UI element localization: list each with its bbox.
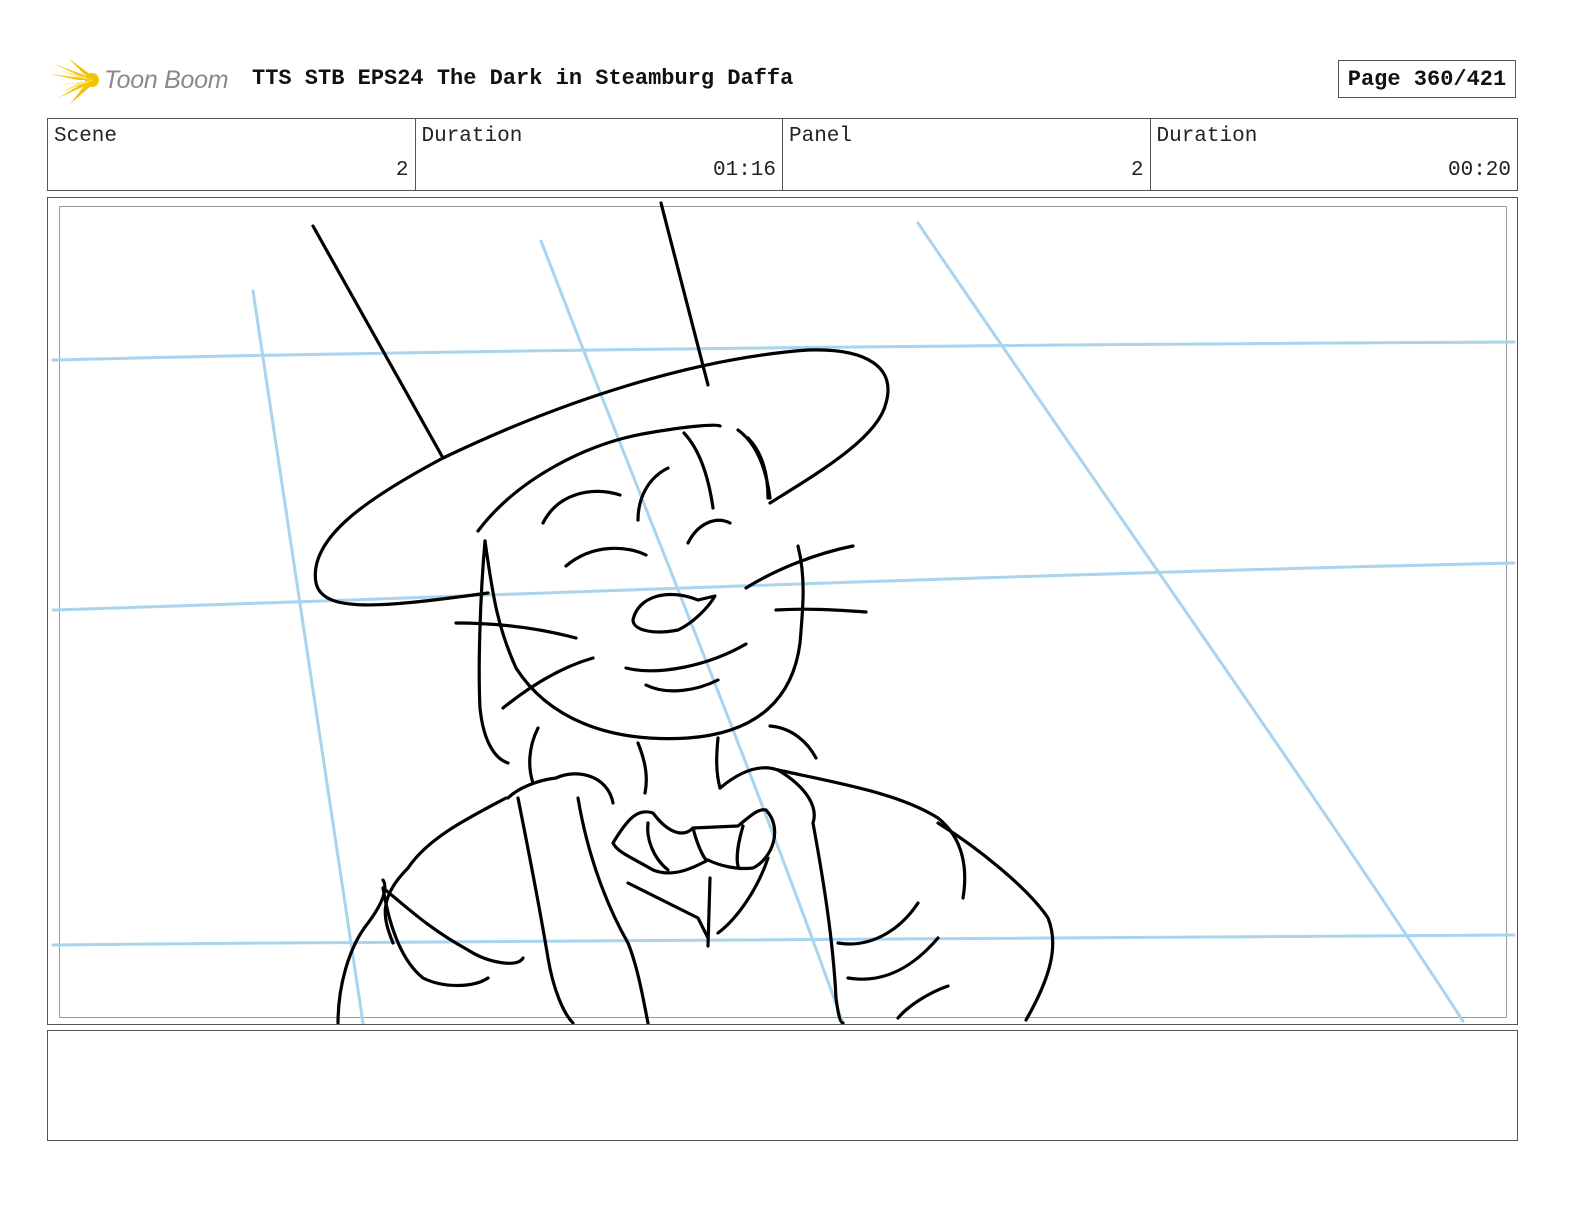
- panel-cell: Panel 2: [783, 119, 1151, 190]
- character-sketch: [311, 201, 1055, 1024]
- toon-boom-logo: Toon Boom: [50, 56, 240, 106]
- scene-duration-value: 01:16: [712, 159, 776, 182]
- document-title: TTS STB EPS24 The Dark in Steamburg Daff…: [252, 66, 794, 91]
- starburst-icon: [50, 58, 99, 104]
- scene-cell: Scene 2: [48, 119, 416, 190]
- page-counter: Page 360/421: [1338, 60, 1516, 98]
- panel-label: Panel: [789, 125, 853, 148]
- storyboard-panel: [47, 197, 1518, 1025]
- panel-duration-value: 00:20: [1447, 159, 1511, 182]
- scene-duration-label: Duration: [421, 125, 523, 148]
- scene-duration-cell: Duration 01:16: [416, 119, 783, 190]
- scene-label: Scene: [54, 125, 118, 148]
- logo-text: Toon Boom: [104, 66, 229, 94]
- panel-info-row: Scene 2 Duration 01:16 Panel 2 Duration …: [47, 118, 1518, 191]
- scene-value: 2: [395, 159, 409, 182]
- panel-caption-box: [47, 1030, 1518, 1141]
- panel-duration-label: Duration: [1156, 125, 1258, 148]
- panel-duration-cell: Duration 00:20: [1151, 119, 1518, 190]
- perspective-guides: [51, 221, 1516, 1024]
- panel-value: 2: [1130, 159, 1144, 182]
- panel-sketch: [51, 201, 1516, 1024]
